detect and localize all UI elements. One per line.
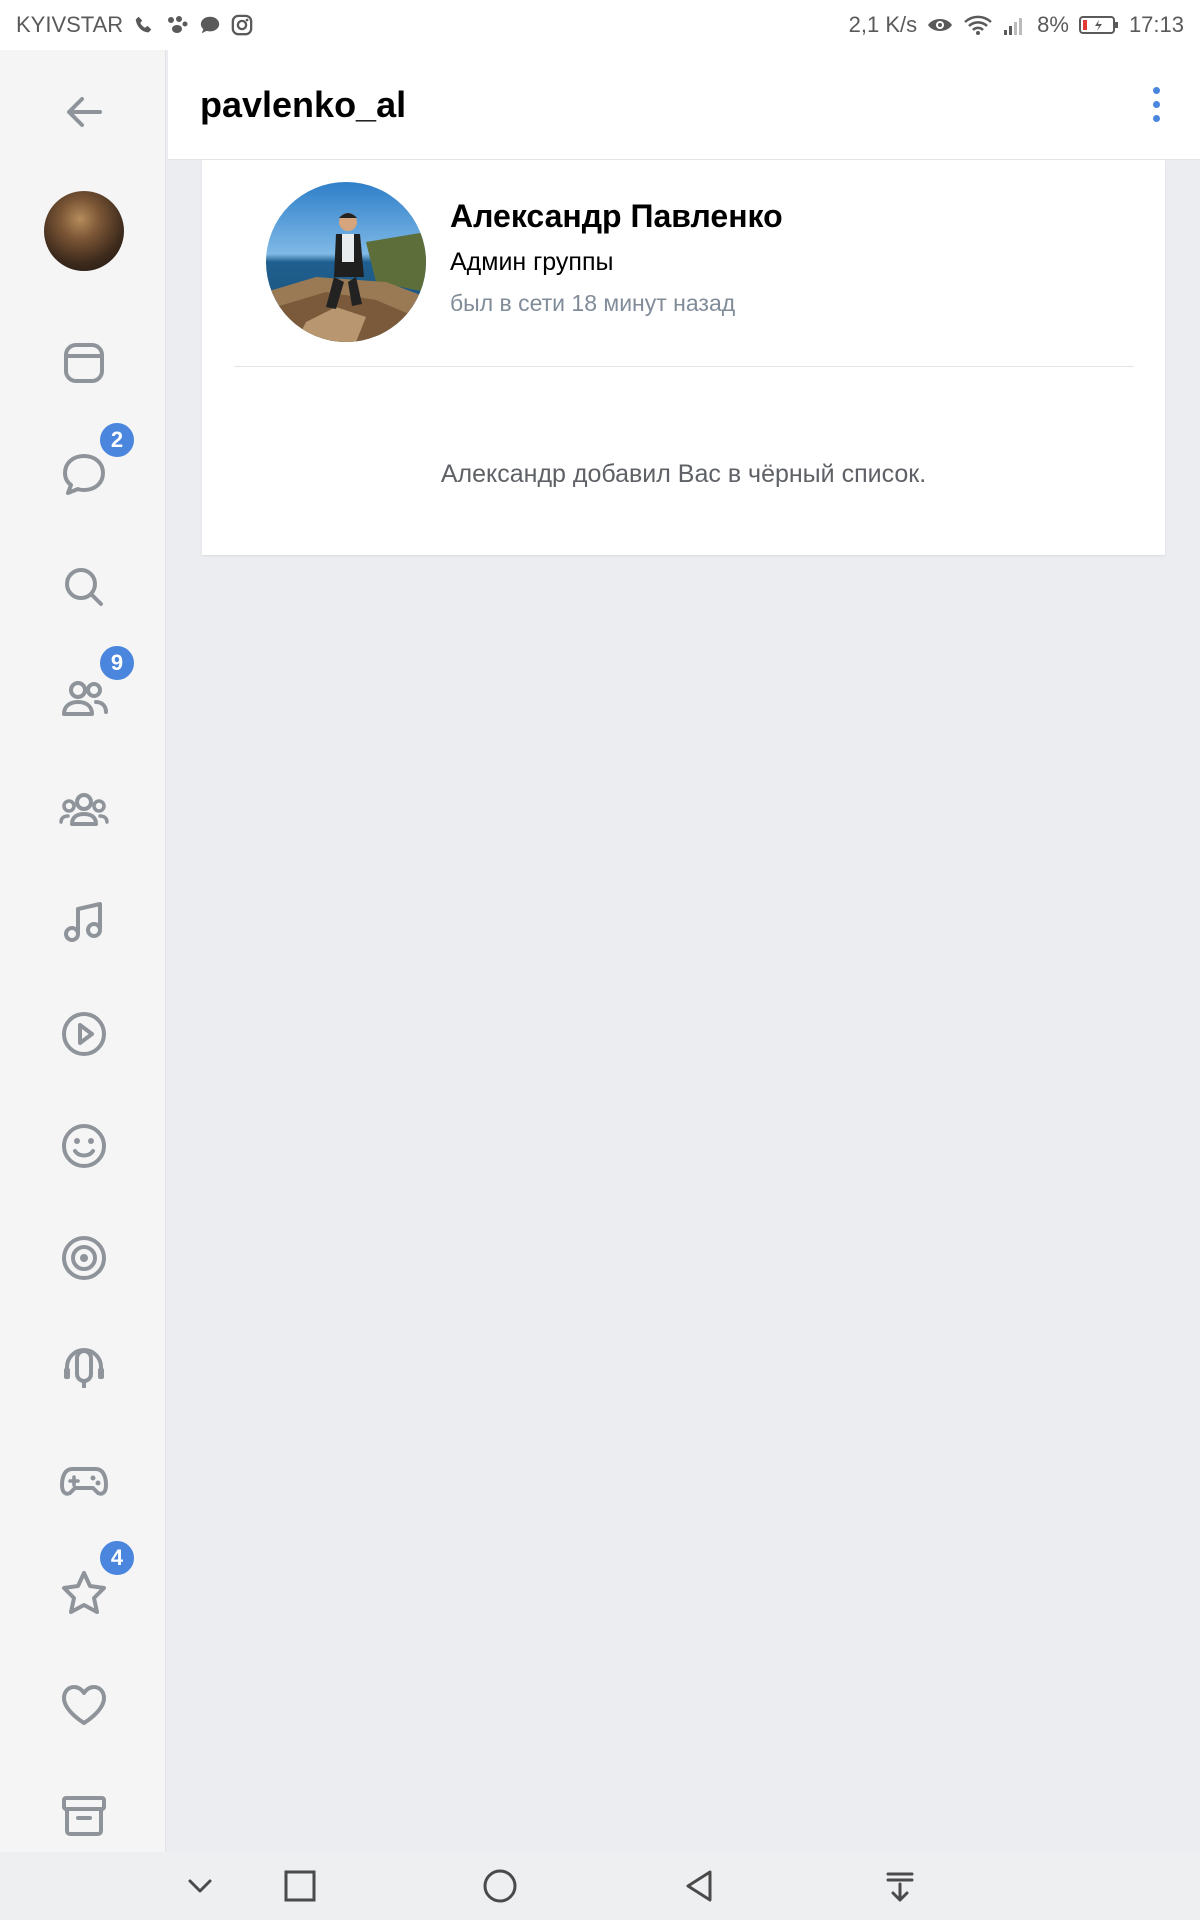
- target-icon: [62, 1236, 106, 1280]
- sidebar-item-stories[interactable]: [51, 1225, 117, 1291]
- last-seen-status: был в сети 18 минут назад: [450, 290, 736, 316]
- sidebar-item-messages[interactable]: 2: [51, 420, 137, 508]
- instagram-icon: [231, 14, 253, 36]
- profile-photo[interactable]: [266, 182, 426, 342]
- heart-icon: [62, 1685, 106, 1725]
- sidebar-item-friends[interactable]: 9: [51, 643, 137, 731]
- search-icon: [65, 568, 103, 606]
- sidebar-item-music[interactable]: [51, 889, 117, 955]
- sidebar-item-search[interactable]: [51, 554, 117, 620]
- chat-bubble-icon: [199, 14, 221, 36]
- podcast-icon: [64, 1348, 104, 1388]
- arrow-left-icon: [67, 97, 102, 127]
- paw-icon: [165, 14, 189, 36]
- status-right: 2,1 K/s 8% 17:13: [849, 12, 1184, 38]
- communities-icon: [59, 793, 109, 826]
- favorites-badge: 4: [97, 1538, 137, 1578]
- page-title: pavlenko_al: [200, 83, 407, 125]
- battery-percent: 8%: [1037, 12, 1069, 37]
- back-button[interactable]: [51, 79, 117, 145]
- chevron-down-icon: [188, 1879, 212, 1893]
- sidebar-item-favorites[interactable]: 4: [51, 1538, 137, 1626]
- carrier-label: KYIVSTAR: [16, 12, 124, 37]
- dot: [1153, 115, 1160, 122]
- status-left: KYIVSTAR: [16, 12, 253, 38]
- status-bar: KYIVSTAR 2,1 K/s 8% 17:13: [0, 0, 1200, 50]
- sidebar: 2 9 4: [0, 0, 166, 1852]
- profile-role: Админ группы: [450, 248, 614, 276]
- sidebar-item-video[interactable]: [51, 1001, 117, 1067]
- more-options-button[interactable]: [1145, 83, 1168, 126]
- page-header: pavlenko_al: [168, 50, 1200, 160]
- sidebar-item-news[interactable]: [51, 330, 117, 396]
- pull-down-icon: [886, 1872, 914, 1902]
- dot: [1153, 101, 1160, 108]
- gamepad-icon: [60, 1467, 108, 1496]
- profile-name[interactable]: Александр Павленко: [450, 198, 783, 235]
- blacklist-notice: Александр добавил Вас в чёрный список.: [440, 460, 927, 488]
- sidebar-item-podcasts[interactable]: [51, 1336, 117, 1402]
- eye-icon: [927, 14, 953, 36]
- battery-icon: [1078, 14, 1119, 36]
- newsfeed-icon: [64, 343, 104, 383]
- square-icon: [284, 1870, 316, 1902]
- sidebar-item-archive[interactable]: [51, 1783, 117, 1849]
- notification-pull-button[interactable]: [880, 1866, 920, 1906]
- network-speed: 2,1 K/s: [848, 12, 918, 37]
- hide-nav-button[interactable]: [180, 1866, 220, 1906]
- triangle-back-icon: [686, 1870, 712, 1902]
- dot: [1153, 87, 1160, 94]
- clock: 17:13: [1128, 12, 1184, 37]
- home-button[interactable]: [480, 1866, 520, 1906]
- friends-badge: 9: [97, 643, 137, 683]
- back-nav-button[interactable]: [680, 1866, 720, 1906]
- play-icon: [62, 1012, 106, 1056]
- sidebar-item-communities[interactable]: [51, 777, 117, 843]
- phone-icon: [133, 14, 155, 36]
- recents-button[interactable]: [280, 1866, 320, 1906]
- music-icon: [64, 902, 102, 942]
- smile-icon: [62, 1124, 106, 1168]
- system-nav-bar: [0, 1852, 1200, 1920]
- avatar[interactable]: [44, 191, 124, 271]
- archive-icon: [62, 1796, 106, 1836]
- sidebar-item-likes[interactable]: [51, 1672, 117, 1738]
- divider: [234, 366, 1134, 367]
- sidebar-item-games[interactable]: [51, 1448, 117, 1514]
- messages-badge: 2: [97, 420, 137, 460]
- wifi-icon: [963, 14, 993, 36]
- circle-icon: [483, 1869, 517, 1903]
- sidebar-item-stickers[interactable]: [51, 1113, 117, 1179]
- profile-card: Александр Павленко Админ группы был в се…: [202, 160, 1165, 555]
- signal-icon: [1003, 14, 1027, 36]
